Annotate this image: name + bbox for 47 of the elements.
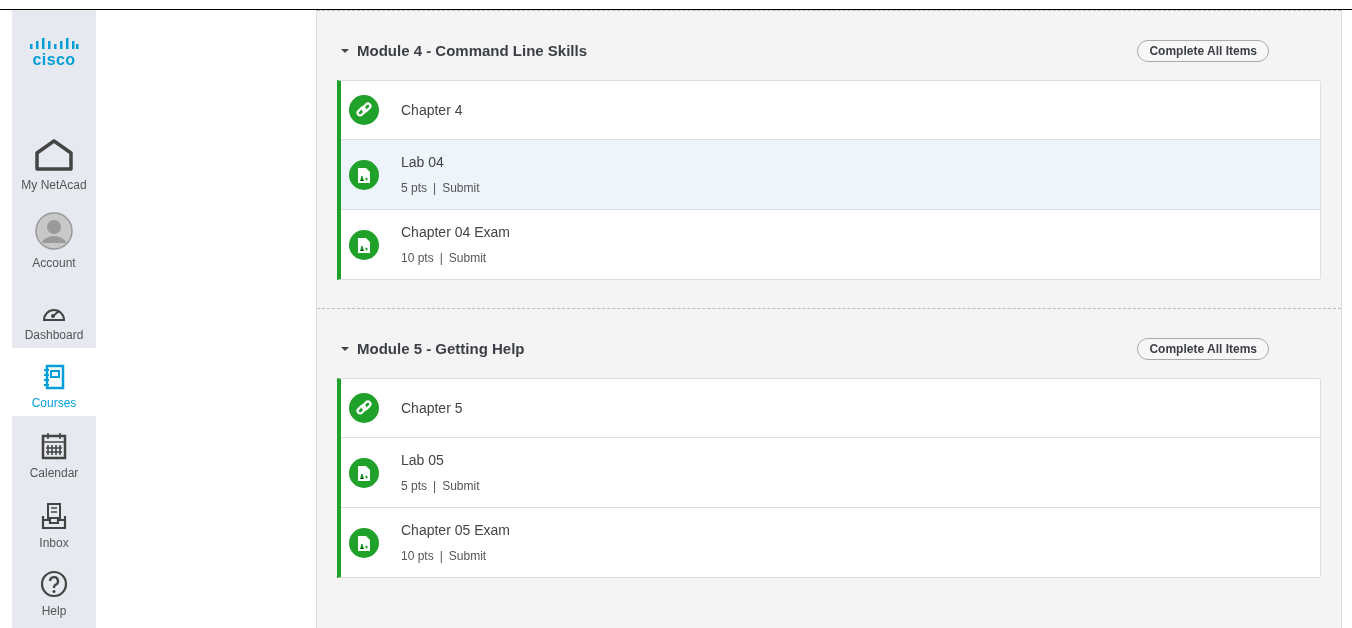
- help-icon: [40, 570, 68, 598]
- inbox-icon: [41, 502, 67, 530]
- points-label: 10 pts: [401, 548, 434, 565]
- points-label: 10 pts: [401, 250, 434, 267]
- caret-icon: [341, 346, 349, 352]
- item-title: Lab 04: [401, 153, 445, 172]
- home-icon: [34, 138, 74, 172]
- nav-item[interactable]: Account: [12, 198, 96, 276]
- calendar-icon: [41, 432, 67, 460]
- module-item[interactable]: Lab 04 5 pts | Submit: [341, 139, 1320, 209]
- graded-document-icon: [349, 527, 379, 558]
- separator: |: [433, 478, 437, 495]
- item-title: Lab 05: [401, 451, 445, 470]
- points-label: 5 pts: [401, 478, 427, 495]
- notebook-icon: [42, 364, 66, 390]
- graded-document-icon: [349, 229, 379, 260]
- link-icon: [349, 95, 379, 125]
- link-icon: [349, 393, 379, 423]
- submit-link[interactable]: Submit: [448, 249, 487, 267]
- points-label: 5 pts: [401, 180, 427, 197]
- user-avatar-icon: [35, 212, 73, 250]
- separator: |: [439, 548, 443, 565]
- item-title: Chapter 4: [401, 100, 463, 120]
- item-title: Chapter 04 Exam: [401, 223, 510, 242]
- complete-all-button[interactable]: Complete All Items: [1137, 40, 1269, 62]
- nav-item[interactable]: Inbox: [12, 486, 96, 556]
- module-item[interactable]: Chapter 05 Exam 10 pts | Submit: [341, 507, 1320, 577]
- submit-link[interactable]: Submit: [442, 477, 480, 495]
- nav-item[interactable]: Help: [12, 556, 96, 624]
- graded-document-icon: [349, 159, 379, 190]
- submit-link[interactable]: Submit: [442, 179, 480, 197]
- caret-icon: [341, 48, 349, 54]
- logo-text: cisco: [32, 52, 76, 68]
- nav-item[interactable]: Calendar: [12, 416, 96, 486]
- nav-item[interactable]: Dashboard: [12, 276, 96, 348]
- item-title: Chapter 5: [401, 398, 463, 418]
- separator: |: [433, 180, 437, 197]
- separator: |: [439, 250, 443, 267]
- submit-link[interactable]: Submit: [448, 547, 487, 565]
- logo-bars-icon: [29, 38, 79, 52]
- graded-document-icon: [349, 457, 379, 488]
- module-header[interactable]: Module 4 - Command Line Skills: [341, 39, 588, 63]
- nav-item[interactable]: My NetAcad: [12, 120, 96, 198]
- item-title: Chapter 05 Exam: [401, 521, 510, 540]
- module-item[interactable]: Chapter 04 Exam 10 pts | Submit: [341, 209, 1320, 279]
- module-header[interactable]: Module 5 - Getting Help: [341, 337, 525, 361]
- complete-all-button[interactable]: Complete All Items: [1137, 338, 1269, 360]
